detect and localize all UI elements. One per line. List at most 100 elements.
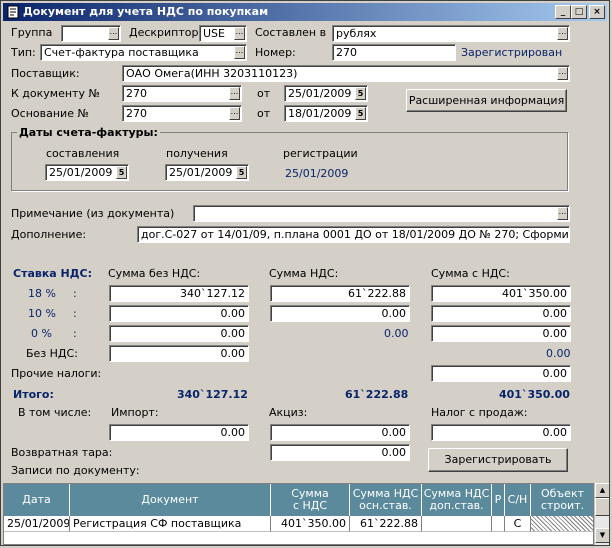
other-taxes-label: Прочие налоги:: [11, 367, 102, 380]
calendar-icon[interactable]: 5: [355, 107, 366, 120]
records-table: Дата Документ Сумма с НДС Сумма НДС осн.…: [3, 483, 594, 545]
ellipsis-icon[interactable]: ...: [229, 107, 240, 120]
rate-colon: :: [73, 287, 77, 300]
table-scrollbar[interactable]: ▲ ▼: [594, 483, 609, 545]
supplier-field[interactable]: ОАО Омега(ИНН 3203110123)...: [122, 65, 570, 82]
ellipsis-icon[interactable]: ...: [557, 67, 568, 80]
sales-tax-label: Налог с продаж:: [431, 406, 528, 419]
register-date-label: регистрации: [283, 147, 358, 160]
receive-date-label: получения: [166, 147, 228, 160]
vat-rate-label: Ставка НДС:: [13, 267, 93, 280]
scroll-up-icon[interactable]: ▲: [595, 483, 609, 498]
without-vat-0-field[interactable]: 0.00: [109, 325, 249, 342]
scroll-thumb[interactable]: [595, 498, 609, 516]
col-vat-main-header[interactable]: Сумма НДС осн.став.: [350, 484, 422, 516]
returnable-label: Возвратная тара:: [11, 446, 113, 459]
col-without-vat-label: Сумма без НДС:: [108, 267, 201, 280]
col-object-header[interactable]: Объект строит.: [531, 484, 593, 516]
todoc-from-label: от: [257, 87, 271, 100]
col-sum-with-vat-header[interactable]: Сумма с НДС: [271, 484, 350, 516]
including-label: В том числе:: [18, 406, 92, 419]
close-button[interactable]: ×: [589, 5, 605, 19]
no-vat-label: Без НДС:: [26, 347, 78, 360]
title-bar[interactable]: Документ для учета НДС по покупкам _ □ ×: [3, 3, 607, 21]
todoc-label: К документу №: [11, 87, 100, 100]
currency-field[interactable]: рублях...: [332, 25, 570, 42]
ellipsis-icon[interactable]: ...: [557, 27, 568, 40]
todoc-date-field[interactable]: 25/01/2009 5: [284, 85, 368, 102]
excise-label: Акциз:: [269, 406, 308, 419]
vat-document-window: Документ для учета НДС по покупкам _ □ ×…: [0, 0, 610, 546]
col-date-header[interactable]: Дата: [4, 484, 70, 516]
col-r-header[interactable]: Р: [492, 484, 505, 516]
vat-18-field[interactable]: 61`222.88: [270, 285, 410, 302]
col-with-vat-label: Сумма с НДС:: [431, 267, 510, 280]
calendar-icon[interactable]: 5: [116, 166, 127, 179]
col-document-header[interactable]: Документ: [70, 484, 271, 516]
with-vat-0-field[interactable]: 0.00: [431, 325, 571, 342]
table-cell-r[interactable]: [492, 516, 505, 532]
rate-colon: :: [73, 327, 77, 340]
col-sn-header[interactable]: С/Н: [505, 484, 531, 516]
ellipsis-icon[interactable]: ...: [234, 27, 245, 40]
without-vat-10-field[interactable]: 0.00: [109, 305, 249, 322]
table-cell-sn[interactable]: С: [505, 516, 531, 532]
import-field[interactable]: 0.00: [109, 424, 249, 441]
calendar-icon[interactable]: 5: [355, 87, 366, 100]
rate-18-label: 18 %: [28, 287, 56, 300]
composed-label: Составлен в: [255, 26, 327, 39]
number-label: Номер:: [255, 46, 296, 59]
sales-tax-field[interactable]: 0.00: [431, 424, 571, 441]
vat-10-field[interactable]: 0.00: [270, 305, 410, 322]
invoice-dates-title: Даты счета-фактуры:: [17, 126, 160, 139]
total-vat: 61`222.88: [345, 388, 409, 401]
rate-colon: :: [73, 307, 77, 320]
minimize-button[interactable]: _: [555, 5, 571, 19]
with-vat-10-field[interactable]: 0.00: [431, 305, 571, 322]
col-vat-label: Сумма НДС:: [269, 267, 339, 280]
descriptor-field[interactable]: USE...: [199, 25, 247, 42]
calendar-icon[interactable]: 5: [236, 166, 247, 179]
table-cell-document[interactable]: Регистрация СФ поставщика: [70, 516, 271, 532]
total-with-vat: 401`350.00: [499, 388, 570, 401]
col-vat-extra-header[interactable]: Сумма НДС доп.став.: [422, 484, 492, 516]
maximize-button[interactable]: □: [571, 5, 587, 19]
with-vat-18-field[interactable]: 401`350.00: [431, 285, 571, 302]
table-cell-object[interactable]: [531, 516, 593, 532]
scroll-down-icon[interactable]: ▼: [595, 528, 609, 543]
table-cell-sum-with-vat[interactable]: 401`350.00: [271, 516, 350, 532]
ellipsis-icon[interactable]: ...: [108, 27, 119, 40]
records-label: Записи по документу:: [11, 464, 140, 477]
extra-field[interactable]: дог.С-027 от 14/01/09, п.плана 0001 ДО о…: [137, 226, 570, 243]
group-field[interactable]: ...: [61, 25, 121, 42]
ellipsis-icon[interactable]: ...: [234, 46, 245, 59]
with-vat-none-value: 0.00: [546, 347, 571, 360]
register-date-value: 25/01/2009: [285, 167, 349, 180]
todoc-field[interactable]: 270...: [122, 85, 242, 102]
number-field[interactable]: 270: [332, 44, 456, 61]
basis-label: Основание №: [11, 107, 89, 120]
receive-date-field[interactable]: 25/01/2009 5: [165, 164, 249, 181]
table-cell-vat-extra[interactable]: [422, 516, 492, 532]
compose-date-field[interactable]: 25/01/2009 5: [45, 164, 129, 181]
ellipsis-icon[interactable]: ...: [229, 87, 240, 100]
other-taxes-field[interactable]: 0.00: [431, 365, 571, 382]
returnable-field[interactable]: 0.00: [270, 444, 410, 461]
excise-field[interactable]: 0.00: [270, 424, 410, 441]
basis-field[interactable]: 270...: [122, 105, 242, 122]
type-field[interactable]: Счет-фактура поставщика...: [40, 44, 247, 61]
group-label: Группа: [11, 26, 53, 39]
register-button[interactable]: Зарегистрировать: [428, 448, 568, 472]
basis-date-field[interactable]: 18/01/2009 5: [284, 105, 368, 122]
document-icon: [7, 5, 19, 19]
table-cell-vat-main[interactable]: 61`222.88: [350, 516, 422, 532]
table-cell-date[interactable]: 25/01/2009: [4, 516, 70, 532]
vat-0-value: 0.00: [384, 327, 409, 340]
without-vat-18-field[interactable]: 340`127.12: [109, 285, 249, 302]
type-label: Тип:: [11, 46, 36, 59]
rate-0-label: 0 %: [31, 327, 52, 340]
ellipsis-icon[interactable]: ...: [557, 207, 568, 220]
without-vat-none-field[interactable]: 0.00: [109, 345, 249, 362]
extended-info-button[interactable]: Расширенная информация: [406, 89, 567, 112]
note-field[interactable]: ...: [193, 205, 570, 222]
